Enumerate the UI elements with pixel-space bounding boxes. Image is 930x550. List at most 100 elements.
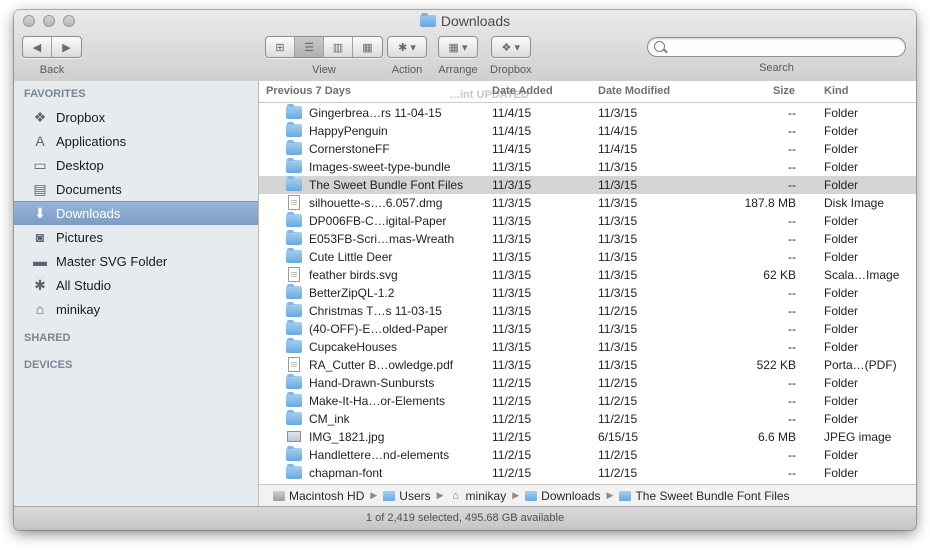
table-row[interactable]: RA_Cutter B…owledge.pdf 11/3/15 11/3/15 Por… <box>259 356 916 374</box>
kind-cell: Folder <box>824 448 859 462</box>
file-name: HappyPenguin <box>309 124 388 138</box>
sidebar-item-minikay[interactable]: ⌂ minikay <box>14 297 258 321</box>
table-row[interactable]: Hand-Drawn-Sunbursts 11/2/15 11/2/15 Folder… <box>259 374 916 392</box>
date-modified-cell: 11/3/15 <box>598 268 638 282</box>
column-view-icon: ▥ <box>332 41 344 54</box>
dropbox-icon: ❖ <box>33 108 47 125</box>
sidebar-item-downloads[interactable]: ⬇ Downloads <box>14 201 258 225</box>
window-title: Downloads <box>14 13 916 29</box>
view-label: View <box>312 64 336 76</box>
downloads-icon: ⬇ <box>34 205 46 221</box>
path-item-label: Downloads <box>541 488 601 503</box>
date-modified-cell: 11/3/15 <box>598 340 638 354</box>
table-row[interactable]: DP006FB-C…igital-Paper 11/3/15 11/3/15 Fold… <box>259 212 916 230</box>
path-item[interactable]: ⌂ minikay <box>450 489 506 503</box>
kind-cell: Folder <box>824 466 859 480</box>
search-input[interactable] <box>647 37 906 57</box>
table-row[interactable]: silhouette-s….6.057.dmg 11/3/15 11/3/15 Dis… <box>259 194 916 212</box>
image-file-icon <box>287 431 301 442</box>
sidebar-header-devices[interactable]: DEVICES <box>14 354 258 376</box>
sidebar-header-shared[interactable]: SHARED <box>14 327 258 349</box>
table-row[interactable]: Handlettere…nd-elements 11/2/15 11/2/15 Fol… <box>259 446 916 464</box>
table-row[interactable]: IMG_1821.jpg 11/2/15 6/15/15 JPEG image 6.6 … <box>259 428 916 446</box>
date-added-cell: 11/3/15 <box>492 268 532 282</box>
sidebar-item-label: minikay <box>56 301 101 317</box>
column-view-button[interactable]: ▥ <box>324 37 353 57</box>
file-name: Christmas T…s 11-03-15 <box>309 304 442 318</box>
table-row[interactable]: CM_ink 11/2/15 11/2/15 Folder -- <box>259 410 916 428</box>
kind-cell: Folder <box>824 214 859 228</box>
path-item[interactable]: Macintosh HD <box>273 489 364 503</box>
table-row[interactable]: HappyPenguin 11/4/15 11/4/15 Folder -- <box>259 122 916 140</box>
file-name: chapman-font <box>309 466 383 480</box>
table-row[interactable]: CornerstoneFF 11/4/15 11/4/15 Folder -- <box>259 140 916 158</box>
table-row[interactable]: Gingerbrea…rs 11-04-15 11/4/15 11/3/15 Fold… <box>259 104 916 122</box>
table-row[interactable]: Make-It-Ha…or-Elements 11/2/15 11/2/15 Fold… <box>259 392 916 410</box>
date-added-cell: 11/3/15 <box>492 304 532 318</box>
back-label: Back <box>39 64 65 76</box>
file-name: The Sweet Bundle Font Files <box>309 178 464 192</box>
date-added-cell: 11/4/15 <box>492 142 532 156</box>
arrange-button[interactable]: ▦ ▾ <box>439 37 477 57</box>
sidebar-header-favorites: FAVORITES <box>24 88 86 100</box>
date-modified-cell: 11/2/15 <box>598 448 638 462</box>
folder-icon <box>286 176 302 191</box>
date-modified-cell: 11/3/15 <box>598 286 638 300</box>
date-modified-cell: 11/3/15 <box>598 196 638 210</box>
file-name: (40-OFF)-E…olded-Paper <box>309 322 448 336</box>
coverflow-view-button[interactable]: ▦ <box>353 37 382 57</box>
date-added-cell: 11/3/15 <box>492 340 532 354</box>
table-row[interactable]: Images-sweet-type-bundle 11/3/15 11/3/15 Fo… <box>259 158 916 176</box>
table-row[interactable]: The Sweet Bundle Font Files 11/3/15 11/3/1… <box>259 176 916 194</box>
path-item-label: The Sweet Bundle Font Files <box>635 488 790 503</box>
pictures-icon: ◙ <box>35 229 45 245</box>
size-cell: -- <box>788 340 796 354</box>
sidebar-item-dropbox[interactable]: ❖ Dropbox <box>14 105 258 129</box>
forward-button[interactable]: ▶ <box>52 37 81 57</box>
action-group: ✱ ▾ Action <box>387 36 427 76</box>
document-icon <box>288 267 300 282</box>
table-row[interactable]: BetterZipQL-1.2 11/3/15 11/3/15 Folder -- <box>259 284 916 302</box>
date-modified-cell: 11/3/15 <box>598 322 638 336</box>
path-item[interactable]: The Sweet Bundle Font Files <box>619 488 790 503</box>
kind-cell: Folder <box>824 232 859 246</box>
kind-cell: Folder <box>824 160 859 174</box>
column-size[interactable]: Size <box>773 85 795 97</box>
sidebar-item-documents[interactable]: ▤ Documents <box>14 177 258 201</box>
sidebar-item-applications[interactable]: A Applications <box>14 129 258 153</box>
action-button[interactable]: ✱ ▾ <box>388 37 426 57</box>
sidebar-item-desktop[interactable]: ▭ Desktop <box>14 153 258 177</box>
date-added-cell: 11/3/15 <box>492 286 532 300</box>
table-row[interactable]: Cute Little Deer 11/3/15 11/3/15 Folder -- <box>259 248 916 266</box>
sidebar-item-master-svg-folder[interactable]: ▬ Master SVG Folder <box>14 249 258 273</box>
dropbox-icon: ❖ ▾ <box>501 41 520 54</box>
path-item[interactable]: Downloads <box>525 488 601 503</box>
column-kind[interactable]: Kind <box>824 85 848 97</box>
dropbox-button[interactable]: ❖ ▾ <box>492 37 530 57</box>
desktop-icon: ▭ <box>33 156 47 173</box>
back-button[interactable]: ◀ <box>23 37 52 57</box>
date-added-cell: 11/2/15 <box>492 466 532 480</box>
table-row[interactable]: Christmas T…s 11-03-15 11/3/15 11/2/15 Fold… <box>259 302 916 320</box>
table-row[interactable]: chapman-font 11/2/15 11/2/15 Folder -- <box>259 464 916 482</box>
column-date-added[interactable]: Date Added <box>492 85 553 97</box>
table-row[interactable]: E053FB-Scri…mas-Wreath 11/3/15 11/3/15 Fold… <box>259 230 916 248</box>
file-name: CornerstoneFF <box>309 142 390 156</box>
table-row[interactable]: (40-OFF)-E…olded-Paper 11/3/15 11/3/15 Fold… <box>259 320 916 338</box>
list-view-button[interactable]: ☰ <box>295 37 324 57</box>
icon-view-button[interactable]: ⊞ <box>266 37 295 57</box>
sidebar-item-all-studio[interactable]: ✱ All Studio <box>14 273 258 297</box>
sidebar-item-label: All Studio <box>56 277 111 293</box>
date-added-cell: 11/2/15 <box>492 412 532 426</box>
finder-window: Downloads ◀ ▶ Back ⊞ ☰ ▥ ▦ View ✱ ▾ Acti… <box>14 10 916 530</box>
sidebar-favorites-list: ❖ Dropbox A Applications ▭ Desktop ▤ Documents ⬇… <box>14 105 258 321</box>
table-row[interactable]: feather birds.svg 11/3/15 11/3/15 Scala…Ima… <box>259 266 916 284</box>
file-name: E053FB-Scri…mas-Wreath <box>309 232 455 246</box>
path-item[interactable]: Users <box>383 489 431 503</box>
sidebar-item-pictures[interactable]: ◙ Pictures <box>14 225 258 249</box>
column-date-modified[interactable]: Date Modified <box>598 85 670 97</box>
table-row[interactable]: CupcakeHouses 11/3/15 11/3/15 Folder -- <box>259 338 916 356</box>
column-name[interactable]: Previous 7 Days <box>266 85 351 97</box>
file-name: Hand-Drawn-Sunbursts <box>309 376 435 390</box>
view-group: ⊞ ☰ ▥ ▦ View <box>265 36 383 76</box>
